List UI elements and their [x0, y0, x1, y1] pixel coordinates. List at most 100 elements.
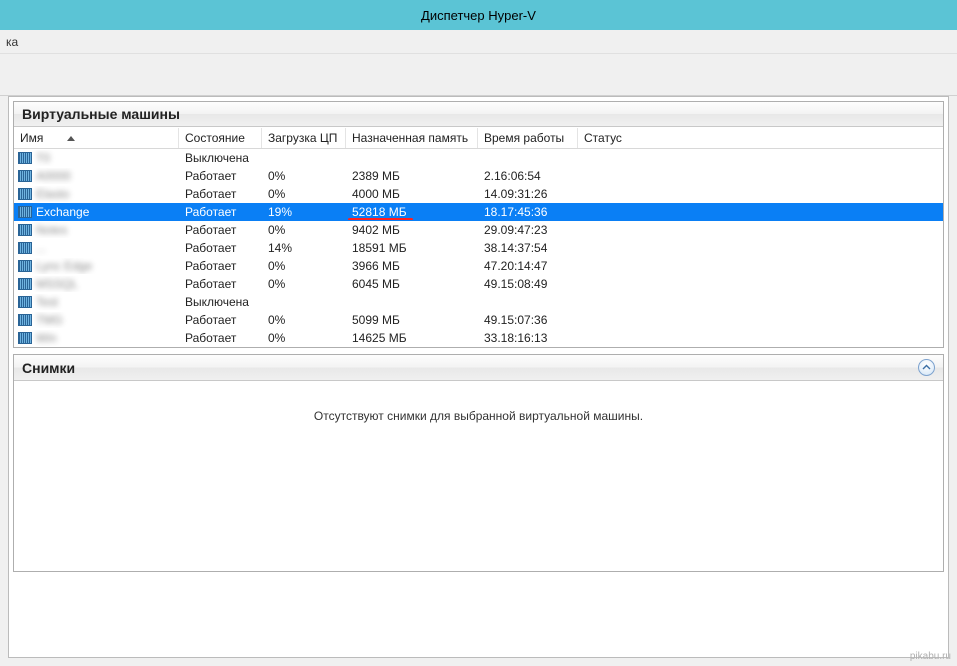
vm-panel-header: Виртуальные машины [14, 102, 943, 127]
vm-cpu-cell: 0% [262, 186, 346, 202]
vm-icon [18, 242, 32, 254]
vm-status-cell [578, 337, 943, 339]
snapshots-empty-text: Отсутствуют снимки для выбранной виртуал… [314, 409, 643, 423]
vm-state-cell: Выключена [179, 150, 262, 166]
snapshots-panel-header: Снимки [14, 355, 943, 381]
sort-ascending-icon [67, 136, 75, 141]
vm-status-cell [578, 229, 943, 231]
vm-name-label: Elasto [36, 187, 69, 201]
vm-icon [18, 296, 32, 308]
vm-name-cell: TMG [14, 312, 179, 328]
vm-name-label: MSSQL [36, 277, 78, 291]
table-row[interactable]: ExchangeРаботает19%52818 МБ18.17:45:36 [14, 203, 943, 221]
virtual-machines-panel: Виртуальные машины Имя Состояние Загрузк… [13, 101, 944, 348]
vm-cpu-cell: 14% [262, 240, 346, 256]
watermark: pikabu.ru [910, 651, 951, 662]
vm-name-cell: T0 [14, 150, 179, 166]
column-header-status[interactable]: Статус [578, 128, 943, 148]
vm-name-label: Lync Edge [36, 259, 92, 273]
table-row[interactable]: ElastoРаботает0%4000 МБ14.09:31:26 [14, 185, 943, 203]
vm-name-cell: Win [14, 330, 179, 346]
vm-cpu-cell: 0% [262, 312, 346, 328]
menubar[interactable]: ка [0, 30, 957, 54]
table-row[interactable]: TestВыключена [14, 293, 943, 311]
vm-uptime-cell [478, 301, 578, 303]
toolbar-gap [0, 54, 957, 96]
vm-cpu-cell: 0% [262, 330, 346, 346]
vm-status-cell [578, 319, 943, 321]
window-titlebar: Диспетчер Hyper-V [0, 0, 957, 30]
column-header-memory[interactable]: Назначенная память [346, 128, 478, 148]
column-header-state[interactable]: Состояние [179, 128, 262, 148]
vm-uptime-cell [478, 157, 578, 159]
vm-memory-cell: 9402 МБ [346, 222, 478, 238]
vm-memory-cell: 2389 МБ [346, 168, 478, 184]
vm-uptime-cell: 29.09:47:23 [478, 222, 578, 238]
vm-cpu-cell [262, 301, 346, 303]
table-row[interactable]: MSSQL Работает0%6045 МБ49.15:08:49 [14, 275, 943, 293]
vm-name-cell: Notes [14, 222, 179, 238]
vm-memory-cell: 6045 МБ [346, 276, 478, 292]
table-row[interactable]: ...Работает14%18591 МБ38.14:37:54 [14, 239, 943, 257]
table-row[interactable]: Win Работает0%14625 МБ33.18:16:13 [14, 329, 943, 347]
table-row[interactable]: A0000Работает0%2389 МБ2.16:06:54 [14, 167, 943, 185]
vm-memory-cell: 14625 МБ [346, 330, 478, 346]
vm-status-cell [578, 265, 943, 267]
vm-name-label: Test [36, 295, 58, 309]
vm-name-cell: ... [14, 240, 179, 256]
vm-name-label: T0 [36, 151, 50, 165]
vm-status-cell [578, 211, 943, 213]
vm-status-cell [578, 157, 943, 159]
content-area: Виртуальные машины Имя Состояние Загрузк… [8, 96, 949, 658]
vm-icon [18, 260, 32, 272]
vm-cpu-cell: 0% [262, 222, 346, 238]
vm-status-cell [578, 175, 943, 177]
vm-cpu-cell: 0% [262, 258, 346, 274]
table-row[interactable]: TMG Работает0%5099 МБ49.15:07:36 [14, 311, 943, 329]
vm-icon [18, 314, 32, 326]
vm-uptime-cell: 33.18:16:13 [478, 330, 578, 346]
snapshots-panel: Снимки Отсутствуют снимки для выбранной … [13, 354, 944, 572]
vm-memory-cell: 5099 МБ [346, 312, 478, 328]
vm-uptime-cell: 49.15:08:49 [478, 276, 578, 292]
vm-name-label: Win [36, 331, 57, 345]
vm-name-cell: Elasto [14, 186, 179, 202]
vm-panel-title: Виртуальные машины [22, 106, 180, 122]
vm-name-cell: MSSQL [14, 276, 179, 292]
vm-memory-cell: 3966 МБ [346, 258, 478, 274]
vm-icon [18, 332, 32, 344]
vm-status-cell [578, 301, 943, 303]
column-header-cpu[interactable]: Загрузка ЦП [262, 128, 346, 148]
vm-name-cell: A0000 [14, 168, 179, 184]
vm-uptime-cell: 38.14:37:54 [478, 240, 578, 256]
vm-status-cell [578, 247, 943, 249]
vm-state-cell: Работает [179, 312, 262, 328]
collapse-up-icon[interactable] [918, 359, 935, 376]
vm-state-cell: Работает [179, 168, 262, 184]
vm-name-label: Exchange [36, 205, 89, 219]
column-header-uptime[interactable]: Время работы [478, 128, 578, 148]
vm-uptime-cell: 47.20:14:47 [478, 258, 578, 274]
vm-name-label: TMG [36, 313, 63, 327]
vm-state-cell: Работает [179, 258, 262, 274]
vm-uptime-cell: 14.09:31:26 [478, 186, 578, 202]
vm-cpu-cell: 0% [262, 276, 346, 292]
table-row[interactable]: NotesРаботает0%9402 МБ29.09:47:23 [14, 221, 943, 239]
vm-icon [18, 278, 32, 290]
vm-icon [18, 152, 32, 164]
vm-table-body: T0 ВыключенаA0000Работает0%2389 МБ2.16:06… [14, 149, 943, 347]
vm-name-cell: Test [14, 294, 179, 310]
vm-state-cell: Работает [179, 276, 262, 292]
vm-state-cell: Работает [179, 186, 262, 202]
vm-uptime-cell: 49.15:07:36 [478, 312, 578, 328]
vm-state-cell: Работает [179, 330, 262, 346]
vm-name-label: Notes [36, 223, 67, 237]
vm-icon [18, 188, 32, 200]
table-row[interactable]: T0 Выключена [14, 149, 943, 167]
vm-uptime-cell: 18.17:45:36 [478, 204, 578, 220]
column-header-name[interactable]: Имя [14, 128, 179, 148]
vm-table-header: Имя Состояние Загрузка ЦП Назначенная па… [14, 127, 943, 149]
table-row[interactable]: Lync Edge Работает0%3966 МБ47.20:14:47 [14, 257, 943, 275]
menu-item[interactable]: ка [6, 35, 18, 49]
window-title: Диспетчер Hyper-V [421, 8, 536, 23]
